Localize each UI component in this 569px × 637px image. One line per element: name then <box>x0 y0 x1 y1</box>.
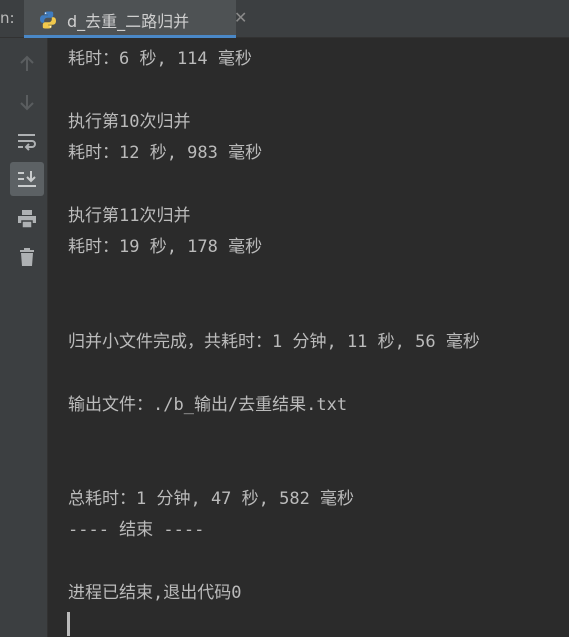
console-line: 耗时：19 秒, 178 毫秒 <box>68 237 263 257</box>
console-line: 耗时：12 秒, 983 毫秒 <box>68 143 263 163</box>
tab-title: d_去重_二路归并 <box>67 12 190 31</box>
run-tool-window: n: d_去重_二路归并 ✕ 耗时：6 秒, 114 毫秒 执行第10次归并 耗… <box>0 0 569 637</box>
console-line: 总耗时：1 分钟, 47 秒, 582 毫秒 <box>68 489 355 509</box>
soft-wrap-button[interactable] <box>10 124 44 158</box>
console-line: 进程已结束,退出代码0 <box>68 583 242 603</box>
arrow-up-icon <box>20 55 34 71</box>
close-icon[interactable]: ✕ <box>234 8 247 27</box>
trash-icon <box>20 248 34 266</box>
console-line: 执行第10次归并 <box>68 112 191 132</box>
run-tab-bar: n: d_去重_二路归并 ✕ <box>0 0 569 38</box>
scroll-down-button[interactable] <box>10 85 44 119</box>
scroll-to-end-icon <box>18 171 36 187</box>
python-icon <box>40 11 56 29</box>
console-line: 执行第11次归并 <box>68 206 191 226</box>
arrow-down-icon <box>20 95 34 111</box>
scroll-up-button[interactable] <box>10 47 44 81</box>
console-output[interactable]: 耗时：6 秒, 114 毫秒 执行第10次归并 耗时：12 秒, 983 毫秒 … <box>49 38 569 637</box>
run-label: n: <box>0 9 15 27</box>
clear-all-button[interactable] <box>10 240 44 274</box>
run-tab-d-dedup[interactable]: d_去重_二路归并 ✕ <box>24 0 247 38</box>
console-line: 耗时：6 秒, 114 毫秒 <box>68 49 252 69</box>
console-line: ---- 结束 ---- <box>68 520 205 540</box>
text-cursor <box>67 612 70 636</box>
console-toolbar <box>0 38 48 637</box>
console-line: 输出文件：./b_输出/去重结果.txt <box>68 395 348 415</box>
soft-wrap-icon <box>18 134 36 151</box>
console-line: 归并小文件完成，共耗时：1 分钟, 11 秒, 56 毫秒 <box>68 332 480 352</box>
scroll-to-end-button[interactable] <box>10 162 44 196</box>
print-button[interactable] <box>10 202 44 236</box>
print-icon <box>18 210 36 229</box>
